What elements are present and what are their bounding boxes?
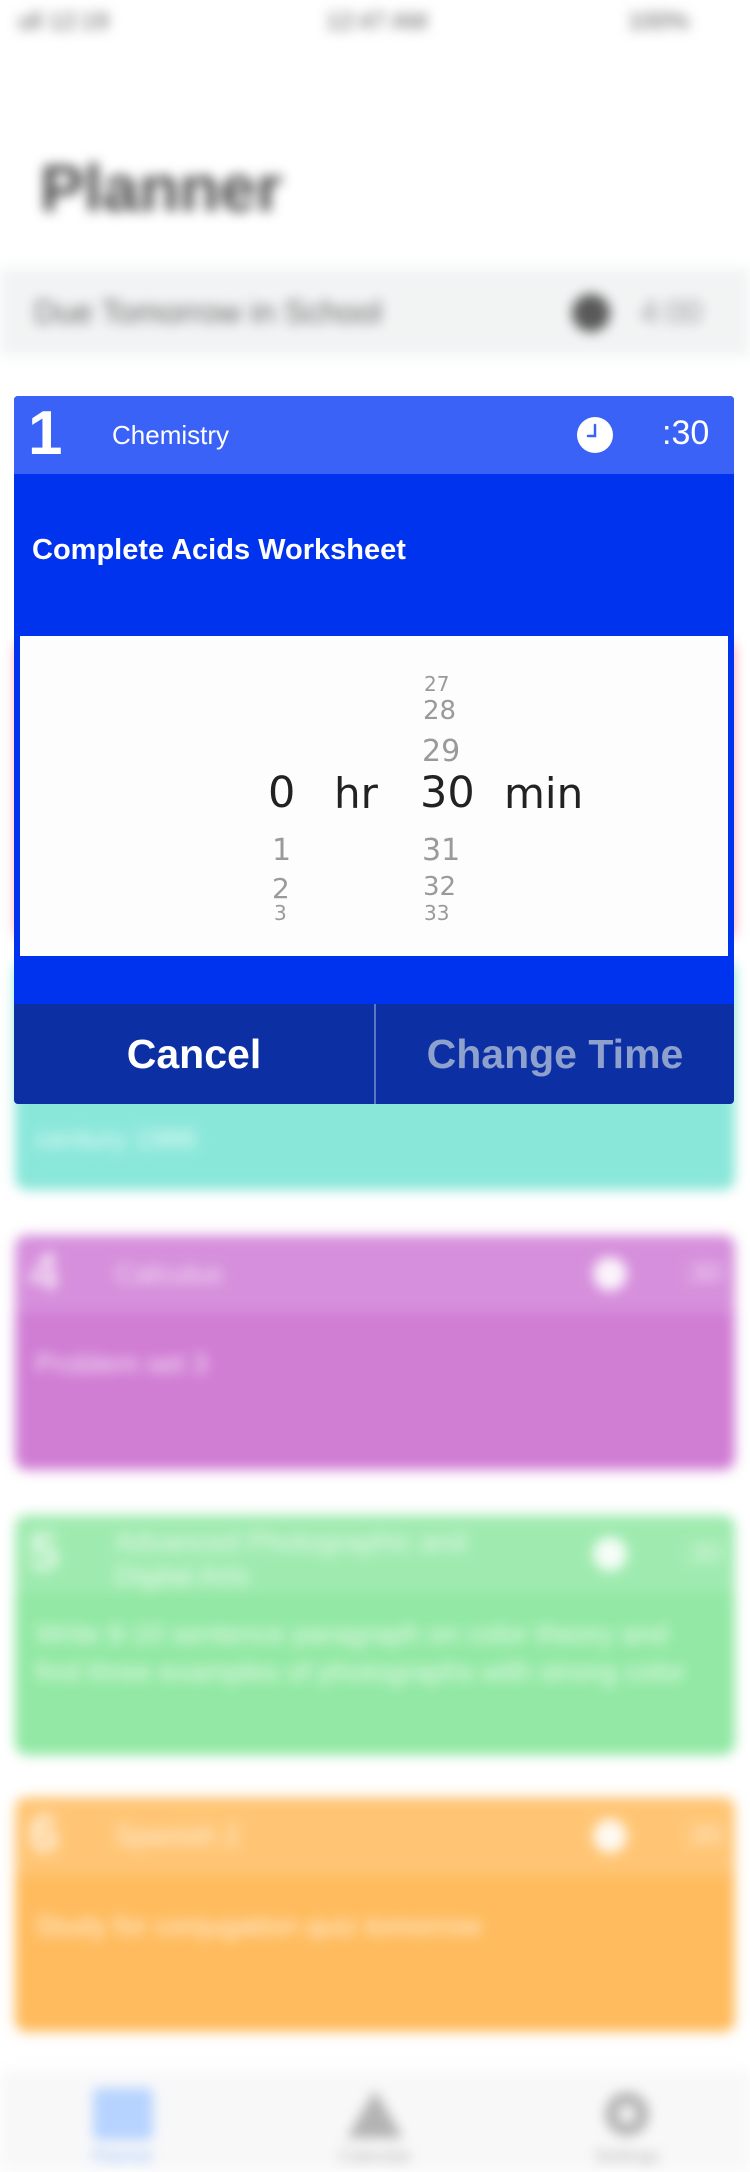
duration-picker[interactable]: 0 1 2 3 hr 27 28 29 30 31 32 33 min	[20, 636, 728, 956]
picker-minutes-selected[interactable]: 30	[420, 768, 475, 818]
picker-minutes-option[interactable]: 32	[423, 872, 456, 902]
modal-actions: Cancel Change Time	[14, 1004, 734, 1104]
assignment-duration: :30	[662, 414, 710, 452]
assignment-task: Complete Acids Worksheet	[32, 534, 406, 566]
picker-hours-option[interactable]: 1	[272, 833, 291, 868]
picker-hours-selected[interactable]: 0	[268, 768, 295, 818]
picker-minutes-option[interactable]: 33	[424, 901, 449, 925]
assignment-subject: Chemistry	[112, 420, 230, 450]
picker-minutes-unit: min	[504, 769, 584, 818]
change-time-button[interactable]: Change Time	[376, 1004, 734, 1104]
assignment-card-selected: 1 Chemistry :30 Complete Acids Worksheet…	[14, 396, 734, 1004]
picker-hours-option[interactable]: 3	[274, 901, 287, 925]
clock-icon	[577, 417, 613, 453]
picker-minutes-option[interactable]: 27	[424, 672, 449, 696]
picker-hours-unit: hr	[334, 769, 378, 818]
change-time-modal: 1 Chemistry :30 Complete Acids Worksheet…	[14, 396, 734, 1104]
modal-card-header: 1 Chemistry :30	[14, 396, 734, 474]
picker-minutes-option[interactable]: 29	[422, 734, 460, 769]
cancel-button[interactable]: Cancel	[14, 1004, 374, 1104]
picker-minutes-option[interactable]: 31	[422, 833, 460, 868]
picker-minutes-option[interactable]: 28	[423, 696, 456, 726]
assignment-number: 1	[28, 399, 63, 468]
